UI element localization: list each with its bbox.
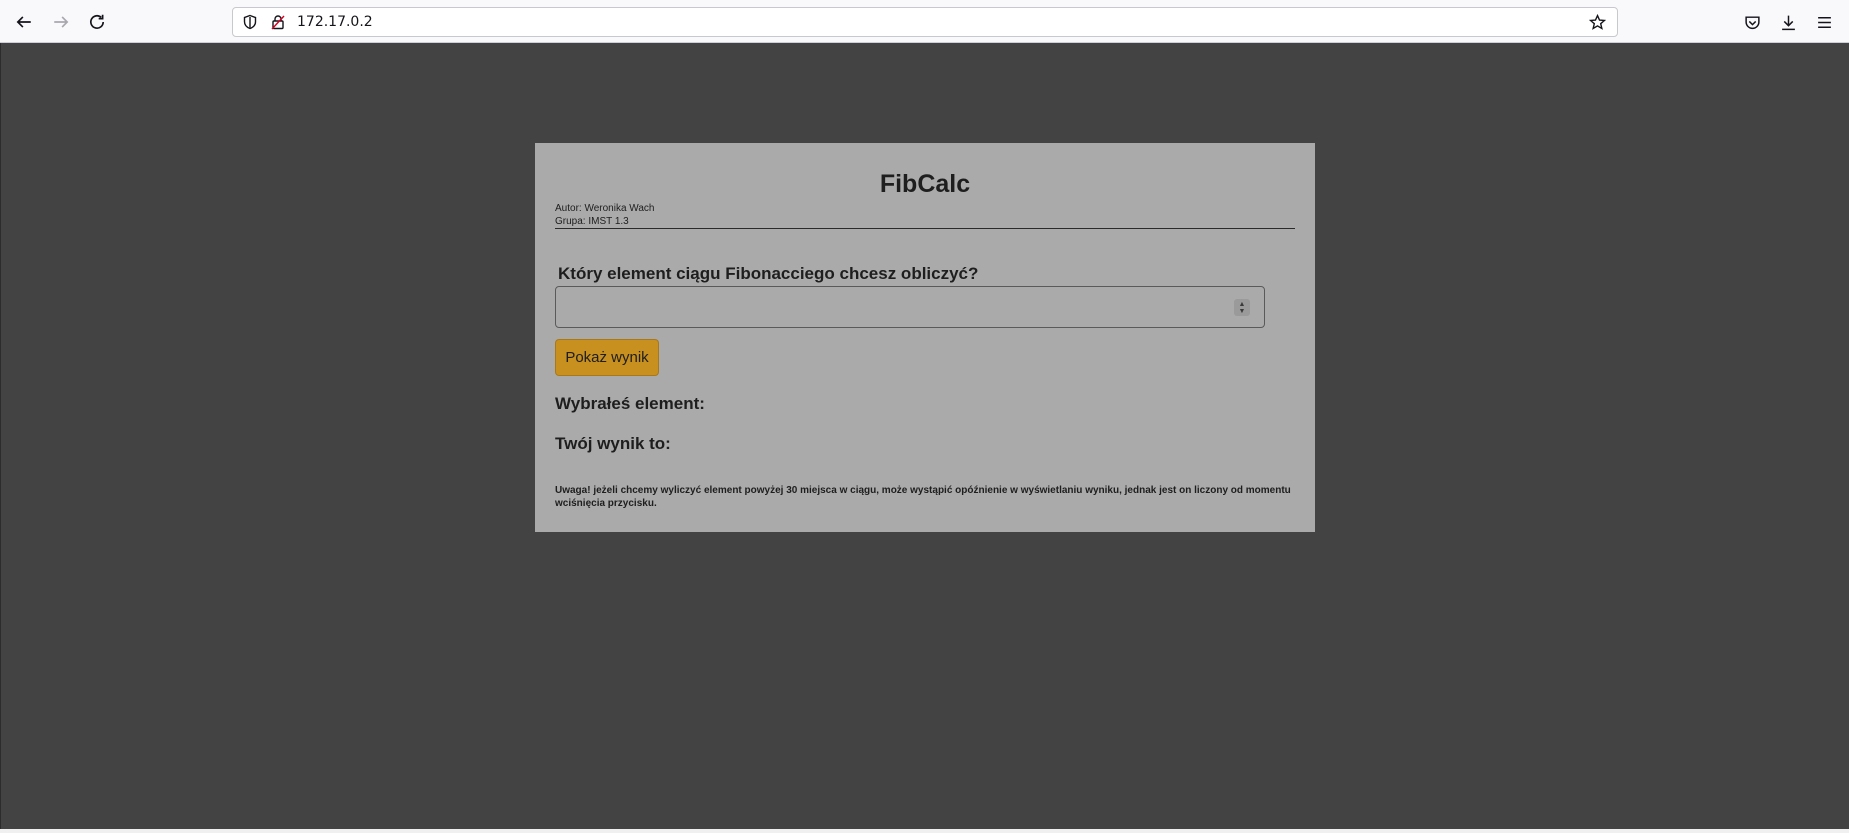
toolbar-right xyxy=(1738,9,1838,35)
show-result-button[interactable]: Pokaż wynik xyxy=(555,339,659,376)
result-text: Twój wynik to: xyxy=(555,434,671,453)
page-title: FibCalc xyxy=(879,170,971,198)
forward-button[interactable] xyxy=(47,9,75,35)
arrow-right-icon xyxy=(54,16,69,28)
author-info: Autor: Weronika Wach Grupa: IMST 1.3 xyxy=(555,202,654,228)
url-bar[interactable]: 172.17.0.2 xyxy=(232,7,1618,37)
reload-button[interactable] xyxy=(83,9,111,35)
downloads-button[interactable] xyxy=(1774,9,1802,35)
hamburger-menu-icon xyxy=(1817,16,1831,28)
chosen-element-text: Wybrałeś element: xyxy=(555,394,705,413)
pocket-button[interactable] xyxy=(1738,9,1766,35)
author-line: Autor: Weronika Wach xyxy=(555,203,655,214)
bookmark-button[interactable] xyxy=(1585,10,1609,34)
reload-icon xyxy=(89,14,105,29)
chevron-down-icon[interactable]: ▼ xyxy=(1239,308,1246,315)
header-divider xyxy=(555,228,1295,229)
shield-icon[interactable] xyxy=(239,11,261,33)
browser-toolbar: 172.17.0.2 xyxy=(0,0,1849,43)
download-icon xyxy=(1781,15,1795,30)
lock-warning-icon[interactable] xyxy=(267,11,289,33)
pocket-icon xyxy=(1744,15,1760,29)
star-icon xyxy=(1588,13,1606,30)
fibcalc-card: FibCalc Autor: Weronika Wach Grupa: IMST… xyxy=(535,143,1315,532)
menu-button[interactable] xyxy=(1810,9,1838,35)
group-line: Grupa: IMST 1.3 xyxy=(555,216,629,227)
question-label: Który element ciągu Fibonacciego chcesz … xyxy=(558,264,979,283)
number-spinner[interactable]: ▲ ▼ xyxy=(1234,299,1250,316)
back-button[interactable] xyxy=(10,9,38,35)
element-number-input[interactable] xyxy=(555,286,1265,328)
bottom-edge xyxy=(0,829,1849,833)
warning-note: Uwaga! jeżeli chcemy wyliczyć element po… xyxy=(555,485,1291,509)
url-text[interactable]: 172.17.0.2 xyxy=(297,14,1585,30)
arrow-left-icon xyxy=(16,16,31,28)
chevron-up-icon[interactable]: ▲ xyxy=(1239,301,1246,308)
